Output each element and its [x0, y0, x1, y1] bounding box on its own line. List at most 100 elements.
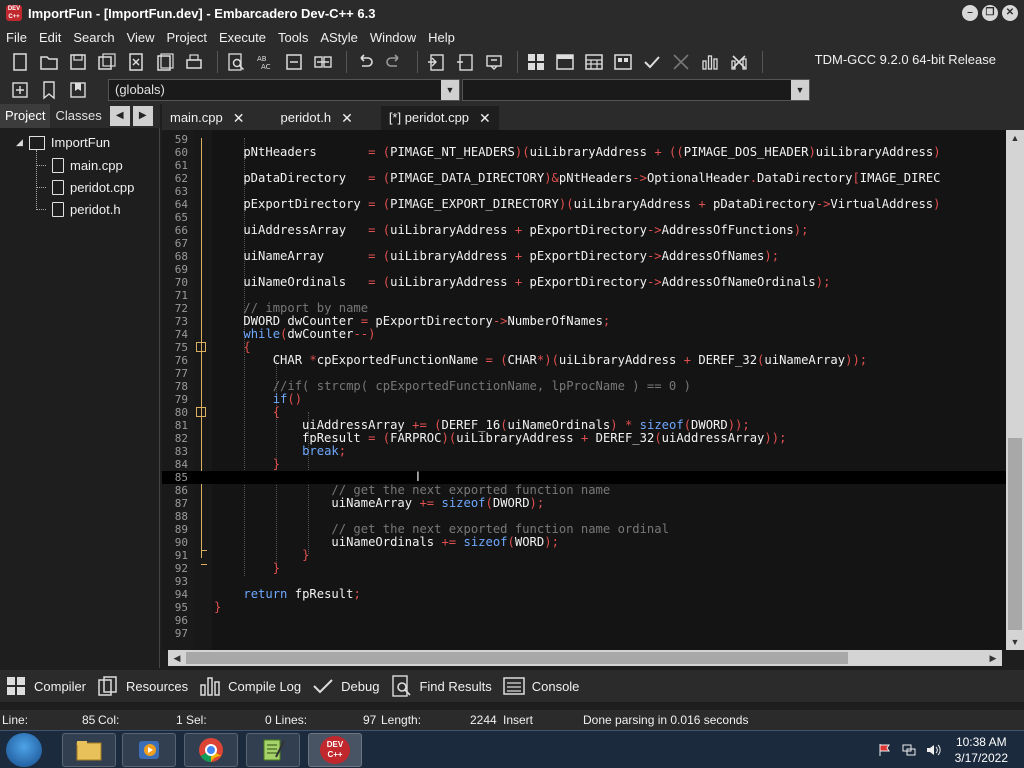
- tree-item-project[interactable]: ◢ ImportFun: [16, 135, 110, 150]
- compile-run-icon[interactable]: [582, 50, 606, 74]
- scroll-left-icon[interactable]: ◀: [168, 650, 186, 666]
- close-icon[interactable]: ✕: [341, 106, 353, 130]
- close-file-icon[interactable]: [124, 50, 148, 74]
- scroll-thumb[interactable]: [186, 652, 848, 664]
- menu-astyle[interactable]: AStyle: [314, 30, 364, 45]
- chrome-taskbar-icon[interactable]: [184, 733, 238, 767]
- tree-item-file[interactable]: peridot.cpp: [52, 180, 134, 195]
- tab-compile-log[interactable]: Compile Log: [198, 674, 301, 698]
- volume-icon[interactable]: [925, 742, 941, 758]
- scroll-down-icon[interactable]: ▼: [1006, 634, 1024, 650]
- menu-project[interactable]: Project: [161, 30, 213, 45]
- tab-console[interactable]: Console: [502, 674, 579, 698]
- tab-resources[interactable]: Resources: [96, 674, 188, 698]
- code-line[interactable]: 84 }: [162, 458, 1006, 472]
- code-line[interactable]: 95}: [162, 601, 1006, 615]
- devcpp-taskbar-icon[interactable]: DEV C++: [308, 733, 362, 767]
- goto-line-icon[interactable]: [282, 50, 306, 74]
- tab-project[interactable]: Project: [0, 104, 51, 128]
- code-line[interactable]: 94 return fpResult;: [162, 588, 1006, 602]
- code-line[interactable]: 87 uiNameArray += sizeof(DWORD);: [162, 497, 1006, 511]
- run-icon[interactable]: [553, 50, 577, 74]
- tab-classes[interactable]: Classes: [50, 104, 106, 128]
- chevron-down-icon[interactable]: ▼: [791, 80, 809, 100]
- horizontal-scrollbar[interactable]: ◀ ▶: [168, 650, 1002, 666]
- project-options-icon[interactable]: [482, 50, 506, 74]
- code-line[interactable]: 64 pExportDirectory = (PIMAGE_EXPORT_DIR…: [162, 198, 1006, 212]
- tab-find-results[interactable]: Find Results: [389, 674, 492, 698]
- scope-select[interactable]: (globals) ▼: [108, 79, 460, 101]
- tab-peridot-h[interactable]: peridot.h ✕: [272, 106, 360, 130]
- print-icon[interactable]: [182, 50, 206, 74]
- start-button[interactable]: [6, 733, 42, 767]
- save-all-icon[interactable]: [95, 50, 119, 74]
- code-line[interactable]: 97: [162, 627, 1006, 640]
- code-line[interactable]: 83 break;: [162, 445, 1006, 459]
- notepad-taskbar-icon[interactable]: [246, 733, 300, 767]
- menu-help[interactable]: Help: [422, 30, 461, 45]
- code-line[interactable]: 96: [162, 614, 1006, 627]
- network-icon[interactable]: [901, 742, 917, 758]
- code-line[interactable]: 79 if(): [162, 393, 1006, 407]
- profile-icon[interactable]: [698, 50, 722, 74]
- code-line[interactable]: 66 uiAddressArray = (uiLibraryAddress + …: [162, 224, 1006, 238]
- menu-view[interactable]: View: [121, 30, 161, 45]
- code-line[interactable]: 68 uiNameArray = (uiLibraryAddress + pEx…: [162, 250, 1006, 264]
- menu-window[interactable]: Window: [364, 30, 422, 45]
- devcpp-app-icon[interactable]: DEV C++: [6, 5, 22, 21]
- bookmark-icon[interactable]: [37, 78, 61, 102]
- rebuild-all-icon[interactable]: [611, 50, 635, 74]
- expand-arrow-icon[interactable]: ◢: [16, 137, 23, 148]
- find-icon[interactable]: [224, 50, 248, 74]
- restore-button[interactable]: ❐: [982, 5, 998, 21]
- syntax-check-icon[interactable]: [640, 50, 664, 74]
- media-player-taskbar-icon[interactable]: [122, 733, 176, 767]
- close-all-icon[interactable]: [153, 50, 177, 74]
- abort-compile-icon[interactable]: [669, 50, 693, 74]
- delete-profile-icon[interactable]: [727, 50, 751, 74]
- vertical-scrollbar[interactable]: ▲ ▼: [1006, 130, 1024, 650]
- code-line[interactable]: 76 CHAR *cpExportedFunctionName = (CHAR*…: [162, 354, 1006, 368]
- scroll-thumb[interactable]: [1008, 438, 1022, 630]
- remove-from-project-icon[interactable]: [453, 50, 477, 74]
- save-icon[interactable]: [66, 50, 90, 74]
- undo-icon[interactable]: [353, 50, 377, 74]
- explorer-taskbar-icon[interactable]: [62, 733, 116, 767]
- chevron-down-icon[interactable]: ▼: [441, 80, 459, 100]
- redo-icon[interactable]: [382, 50, 406, 74]
- close-icon[interactable]: ✕: [479, 106, 491, 130]
- member-select[interactable]: ▼: [462, 79, 810, 101]
- tab-compiler[interactable]: Compiler: [4, 674, 86, 698]
- menu-file[interactable]: File: [0, 30, 33, 45]
- open-folder-icon[interactable]: [37, 50, 61, 74]
- chevron-left-icon[interactable]: ◀: [109, 106, 130, 126]
- code-line[interactable]: 60 pNtHeaders = (PIMAGE_NT_HEADERS)(uiLi…: [162, 146, 1006, 160]
- menu-edit[interactable]: Edit: [33, 30, 67, 45]
- menu-execute[interactable]: Execute: [213, 30, 272, 45]
- tree-item-file[interactable]: peridot.h: [52, 202, 121, 217]
- tab-peridot-cpp[interactable]: [*] peridot.cpp ✕: [380, 106, 499, 130]
- tree-item-file[interactable]: main.cpp: [52, 158, 123, 173]
- minimize-button[interactable]: –: [962, 5, 978, 21]
- code-line[interactable]: 91 }: [162, 549, 1006, 563]
- action-center-flag-icon[interactable]: [877, 742, 893, 758]
- chevron-right-icon[interactable]: ▶: [132, 106, 153, 126]
- close-icon[interactable]: ✕: [233, 106, 245, 130]
- tab-main-cpp[interactable]: main.cpp ✕: [162, 106, 252, 130]
- code-line[interactable]: 70 uiNameOrdinals = (uiLibraryAddress + …: [162, 276, 1006, 290]
- replace-icon[interactable]: AB AC: [253, 50, 277, 74]
- code-line[interactable]: 74 while(dwCounter--): [162, 328, 1006, 342]
- code-line[interactable]: 62 pDataDirectory = (PIMAGE_DATA_DIRECTO…: [162, 172, 1006, 186]
- goto-bookmark-icon[interactable]: [66, 78, 90, 102]
- menu-tools[interactable]: Tools: [272, 30, 314, 45]
- code-editor[interactable]: 59 60 pNtHeaders = (PIMAGE_NT_HEADERS)(ui…: [162, 130, 1006, 650]
- scroll-up-icon[interactable]: ▲: [1006, 130, 1024, 146]
- compile-icon[interactable]: [524, 50, 548, 74]
- scroll-right-icon[interactable]: ▶: [984, 650, 1002, 666]
- menu-search[interactable]: Search: [67, 30, 120, 45]
- insert-icon[interactable]: [8, 78, 32, 102]
- new-project-icon[interactable]: [424, 50, 448, 74]
- toggle-bookmark-icon[interactable]: [311, 50, 335, 74]
- close-button[interactable]: ✕: [1002, 5, 1018, 21]
- code-line[interactable]: 92 }: [162, 562, 1006, 576]
